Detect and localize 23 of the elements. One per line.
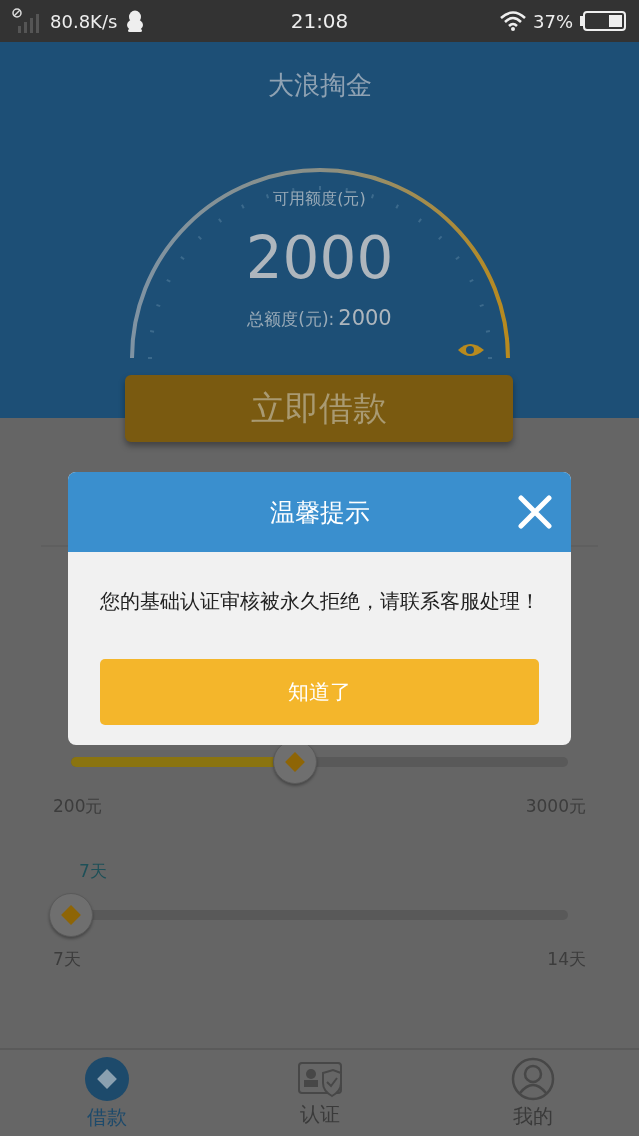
battery-percent: 37%	[533, 10, 573, 32]
confirm-button[interactable]: 知道了	[100, 659, 539, 725]
borrow-button[interactable]: 立即借款	[125, 375, 513, 442]
clock: 21:08	[290, 9, 349, 33]
battery-icon	[579, 11, 627, 31]
signal-icon	[12, 8, 42, 34]
penguin-icon	[125, 10, 146, 32]
network-speed: 80.8K/s	[50, 10, 118, 32]
coin-icon	[83, 1055, 130, 1102]
user-icon	[510, 1056, 555, 1101]
nav-tab[interactable]: 借款	[61, 1055, 152, 1131]
dialog-message: 您的基础认证审核被永久拒绝，请联系客服处理！	[100, 589, 541, 615]
slider-handle[interactable]	[49, 893, 93, 937]
app-title: 大浪掏金	[267, 69, 372, 102]
dialog-title: 温馨提示	[269, 496, 370, 529]
total-label: 总额度(元):	[247, 308, 335, 331]
available-amount: 2000	[245, 224, 394, 292]
close-button[interactable]	[517, 494, 553, 530]
close-icon	[517, 494, 553, 530]
wifi-icon	[499, 10, 527, 32]
selected-days: 7天	[79, 860, 568, 882]
available-label: 可用额度(元)	[273, 189, 366, 210]
total-amount: 2000	[338, 306, 392, 330]
